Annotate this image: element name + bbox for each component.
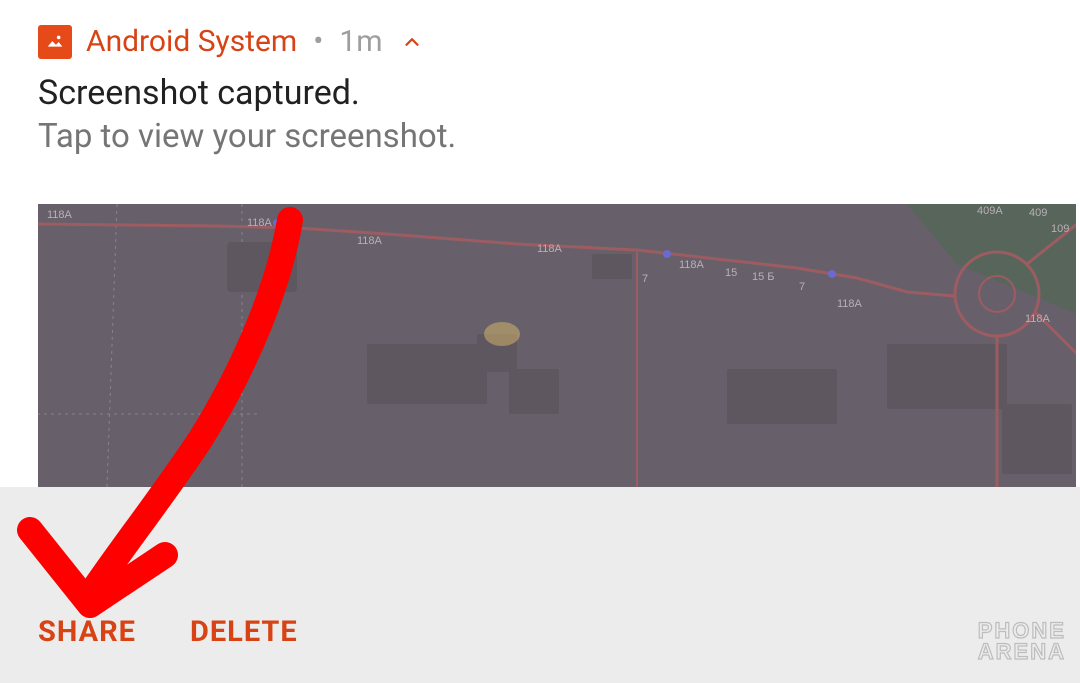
notification-header[interactable]: Android System • 1m bbox=[38, 24, 1042, 59]
delete-button[interactable]: DELETE bbox=[190, 615, 298, 649]
map-label: 118A bbox=[679, 259, 705, 271]
chevron-up-icon[interactable] bbox=[401, 31, 423, 53]
watermark-logo: PHONE ARENA bbox=[978, 621, 1066, 663]
timestamp-label: 1m bbox=[339, 24, 382, 59]
map-label: 118A bbox=[837, 298, 863, 310]
share-button[interactable]: SHARE bbox=[38, 615, 136, 649]
map-label: 118A bbox=[247, 217, 273, 229]
notification-subtitle: Tap to view your screenshot. bbox=[38, 117, 1042, 156]
gallery-app-icon bbox=[38, 25, 72, 59]
notification-title: Screenshot captured. bbox=[38, 73, 1042, 113]
map-label: 15 Б bbox=[752, 271, 775, 283]
app-name-label: Android System bbox=[86, 24, 297, 59]
map-label: 118A bbox=[1025, 313, 1051, 325]
map-label: 118A bbox=[537, 243, 563, 255]
map-label: 7 bbox=[799, 281, 805, 293]
notification-actions: SHARE DELETE bbox=[0, 487, 1080, 683]
map-label: 118A bbox=[47, 209, 73, 221]
map-label: 15 bbox=[725, 267, 737, 279]
separator-dot: • bbox=[313, 24, 323, 59]
map-label: 409 bbox=[1029, 207, 1047, 219]
screenshot-thumbnail[interactable]: 118A 118A 118A 118A 118A 15 15 Б 7 7 118… bbox=[38, 204, 1076, 487]
map-label: 409A bbox=[977, 205, 1003, 217]
watermark-line2: ARENA bbox=[978, 642, 1066, 663]
map-label: 118A bbox=[357, 235, 383, 247]
map-label: 109 bbox=[1051, 223, 1069, 235]
map-label: 7 bbox=[642, 273, 648, 285]
